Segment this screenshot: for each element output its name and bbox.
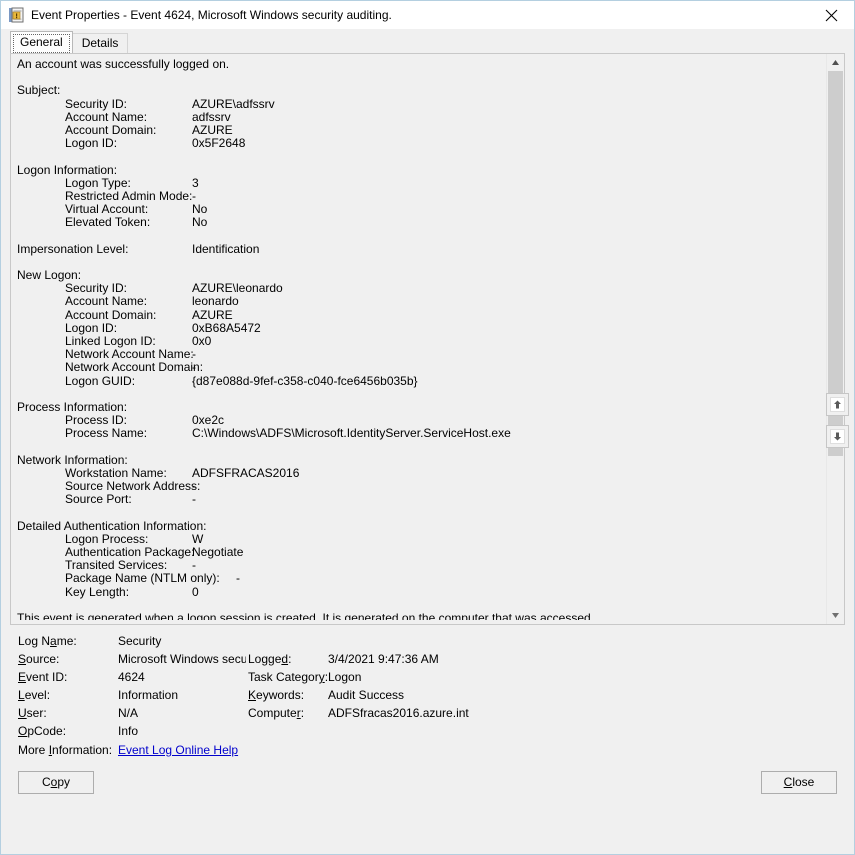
meta-row: OpCode: Info [10, 723, 845, 740]
desc-spacer [17, 506, 826, 519]
desc-row: Network Account Domain:- [17, 361, 826, 374]
tab-general[interactable]: General [10, 31, 73, 53]
focus-ring [13, 34, 70, 53]
previous-event-button[interactable] [826, 393, 849, 416]
more-information-label: More Information: [18, 742, 112, 759]
desc-intro: An account was successfully logged on. [17, 58, 229, 71]
desc-row: Source Network Address:- [17, 480, 826, 493]
keywords-label: Keywords: [248, 687, 304, 704]
desc-section-header: Detailed Authentication Information: [17, 520, 826, 533]
desc-row: Account Domain:AZURE [17, 124, 826, 137]
desc-row: Key Length:0 [17, 586, 826, 599]
desc-row: Logon ID:0xB68A5472 [17, 322, 826, 335]
desc-spacer [17, 229, 826, 242]
log-name-value: Security [118, 633, 161, 650]
meta-row: User: N/A Computer: ADFSfracas2016.azure… [10, 705, 845, 722]
opcode-value: Info [118, 723, 138, 740]
description-scrollbar[interactable] [826, 54, 844, 624]
desc-spacer [17, 256, 826, 269]
meta-row: Event ID: 4624 Task Category: Logon [10, 669, 845, 686]
desc-spacer [17, 71, 826, 84]
event-id-value: 4624 [118, 669, 145, 686]
meta-row: Log Name: Security [10, 633, 845, 650]
event-metadata-grid: Log Name: Security Source: Microsoft Win… [10, 625, 845, 761]
desc-spacer [17, 599, 826, 612]
event-description-text[interactable]: An account was successfully logged on. S… [11, 54, 826, 624]
keywords-value: Audit Success [328, 687, 404, 704]
arrow-down-icon [830, 429, 845, 444]
desc-row: Logon Type:3 [17, 177, 826, 190]
desc-row: Security ID:AZURE\adfssrv [17, 98, 826, 111]
desc-row: Account Name:leonardo [17, 295, 826, 308]
next-event-button[interactable] [826, 425, 849, 448]
desc-row: Elevated Token:No [17, 216, 826, 229]
desc-row: Account Name:adfssrv [17, 111, 826, 124]
desc-row: Logon Process:W [17, 533, 826, 546]
meta-row: More Information: Event Log Online Help [10, 742, 845, 759]
scrollbar-track[interactable] [827, 71, 844, 607]
tab-details-label: Details [82, 36, 119, 50]
close-icon[interactable] [808, 1, 854, 29]
log-name-label: Log Name: [18, 633, 77, 650]
desc-spacer [17, 150, 826, 163]
computer-value: ADFSfracas2016.azure.int [328, 705, 469, 722]
desc-line: An account was successfully logged on. [17, 58, 826, 71]
tab-details[interactable]: Details [72, 33, 129, 53]
logged-value: 3/4/2021 9:47:36 AM [328, 651, 439, 668]
opcode-label: OpCode: [18, 723, 66, 740]
event-id-label: Event ID: [18, 669, 67, 686]
desc-row: Impersonation Level:Identification [17, 243, 826, 256]
desc-row: Source Port:- [17, 493, 826, 506]
desc-trailing-clipped: This event is generated when a logon ses… [17, 612, 826, 620]
desc-section-header: Logon Information: [17, 164, 826, 177]
event-log-online-help-link[interactable]: Event Log Online Help [118, 742, 238, 759]
desc-section-header: New Logon: [17, 269, 826, 282]
level-value: Information [118, 687, 178, 704]
desc-spacer [17, 440, 826, 453]
desc-row: Logon GUID:{d87e088d-9fef-c358-c040-fce6… [17, 375, 826, 388]
desc-row: Process Name:C:\Windows\ADFS\Microsoft.I… [17, 427, 826, 440]
level-label: Level: [18, 687, 50, 704]
dialog-footer: Copy Close [10, 761, 845, 809]
desc-spacer [17, 388, 826, 401]
desc-section-header: Process Information: [17, 401, 826, 414]
scroll-down-icon[interactable] [827, 607, 844, 624]
window-title: Event Properties - Event 4624, Microsoft… [31, 8, 392, 22]
arrow-up-icon [830, 397, 845, 412]
copy-button[interactable]: Copy [18, 771, 94, 794]
event-log-icon [8, 7, 24, 23]
tab-strip: General Details [1, 29, 854, 53]
meta-row: Level: Information Keywords: Audit Succe… [10, 687, 845, 704]
meta-row: Source: Microsoft Windows security Logge… [10, 651, 845, 668]
event-description-box: An account was successfully logged on. S… [10, 53, 845, 625]
desc-section-header: Network Information: [17, 454, 826, 467]
desc-section-header: Subject: [17, 84, 826, 97]
user-label: User: [18, 705, 47, 722]
event-properties-window: Event Properties - Event 4624, Microsoft… [0, 0, 855, 855]
close-button[interactable]: Close [761, 771, 837, 794]
desc-row: Account Domain:AZURE [17, 309, 826, 322]
source-value: Microsoft Windows security [118, 651, 246, 668]
task-category-value: Logon [328, 669, 361, 686]
desc-row: Package Name (NTLM only):- [17, 572, 826, 585]
source-label: Source: [18, 651, 59, 668]
task-category-label: Task Category: [248, 669, 328, 686]
desc-row: Logon ID:0x5F2648 [17, 137, 826, 150]
computer-label: Computer: [248, 705, 304, 722]
logged-label: Logged: [248, 651, 291, 668]
scroll-up-icon[interactable] [827, 54, 844, 71]
title-bar: Event Properties - Event 4624, Microsoft… [1, 1, 854, 29]
general-tab-panel: An account was successfully logged on. S… [10, 53, 845, 854]
user-value: N/A [118, 705, 138, 722]
